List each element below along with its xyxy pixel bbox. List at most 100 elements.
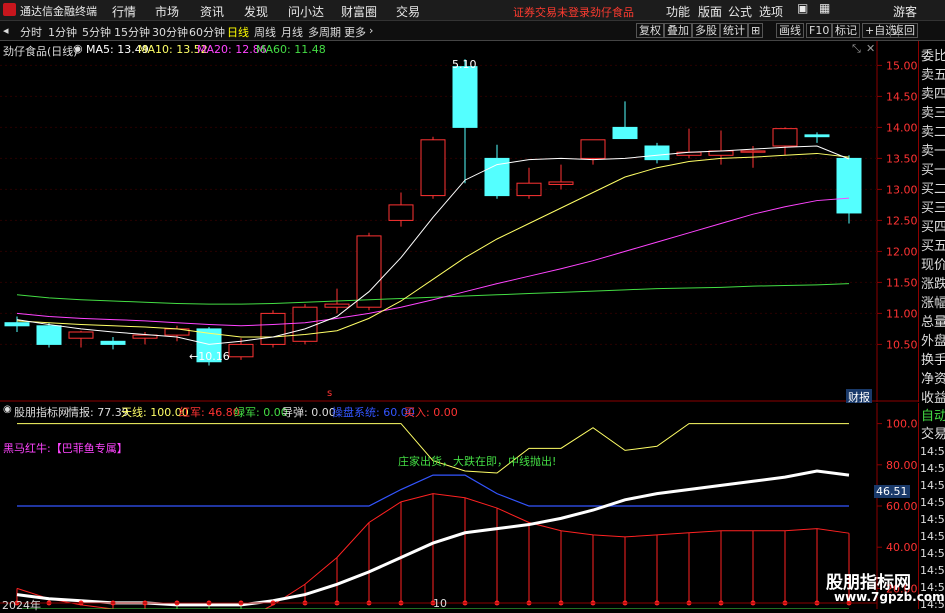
ind-daodan: 导弹: 0.00 [282,406,336,419]
candle-body [644,145,670,161]
sidebar-net-assets[interactable]: 净资 [921,368,945,387]
ind-mairu: 买入: 0.00 [404,406,458,419]
indicator-chart[interactable]: 100.080.0060.0040.0020.00 [0,403,918,609]
order-book-sidebar: 委比 卖五 卖四 卖三 卖二 卖一 买一 买二 买三 买四 买五 现价 涨跌 涨… [918,41,945,406]
settings-icon[interactable]: ▦ [819,1,830,15]
trade-login-warning[interactable]: 证券交易未登录 [513,4,590,20]
btn-diejia[interactable]: 叠加 [664,23,692,38]
sidebar-sell5[interactable]: 卖五 [921,64,945,83]
candle-body [4,322,30,327]
candle-body [68,331,94,339]
sidebar-buy3[interactable]: 买三 [921,197,945,216]
period-15min[interactable]: 15分钟 [114,24,150,40]
indicator-annotation: 庄家出货，大跌在即，中线抛出! [398,455,557,468]
menu-gongneng[interactable]: 功能 [666,3,690,20]
menu-bar: 通达信金融终端 行情 市场 资讯 发现 问小达 财富圈 交易 证券交易未登录 劲… [0,0,945,21]
period-month[interactable]: 月线 [281,24,303,40]
menu-item-wenxiaoda[interactable]: 问小达 [288,3,324,20]
time-label: 14:56 [920,496,945,509]
period-more[interactable]: 更多 [344,24,366,40]
period-day[interactable]: 日线 [227,24,249,40]
main-ytick-label: 11.00 [886,307,918,320]
main-ytick-label: 11.50 [886,276,918,289]
menu-item-caifuquan[interactable]: 财富圈 [341,3,377,20]
menu-banmian[interactable]: 版面 [698,3,722,20]
sidebar-sell2[interactable]: 卖二 [921,121,945,140]
sidebar-turnover[interactable]: 换手 [921,349,945,368]
high-price-label: 5.10 [452,58,477,71]
period-fenshi[interactable]: 分时 [20,24,42,40]
menu-item-jiaoyi[interactable]: 交易 [396,3,420,20]
menu-gongshi[interactable]: 公式 [728,3,752,20]
sidebar-auto[interactable]: 自动 [921,405,945,424]
sidebar-buy5[interactable]: 买五 [921,235,945,254]
btn-tongji[interactable]: 统计 [720,23,748,38]
btn-back[interactable]: 返回 [890,23,918,38]
menu-item-zixun[interactable]: 资讯 [200,3,224,20]
btn-fuquan[interactable]: 复权 [636,23,664,38]
sidebar-outer[interactable]: 外盘 [921,330,945,349]
main-ytick-label: 14.00 [886,121,918,134]
main-ytick-label: 13.00 [886,183,918,196]
main-ytick-label: 14.50 [886,90,918,103]
period-60min[interactable]: 60分钟 [189,24,225,40]
sidebar-trade[interactable]: 交易 [921,423,945,442]
menu-item-shichang[interactable]: 市场 [155,3,179,20]
candle-body [804,134,830,138]
time-label: 14:56 [920,479,945,492]
expand-icon[interactable]: ⤡ [852,42,861,56]
period-multi[interactable]: 多周期 [308,24,341,40]
period-30min[interactable]: 30分钟 [152,24,188,40]
ind-ytick-label: 40.00 [886,541,918,554]
top-stock-name: 劲仔食品 [590,6,634,19]
time-label: 14:56 [920,547,945,560]
time-label: 14:56 [920,445,945,458]
sidebar-buy4[interactable]: 买四 [921,216,945,235]
ind-lvjun: 绿军: 0.00 [234,406,288,419]
sidebar-sell3[interactable]: 卖三 [921,102,945,121]
sidebar-sell1[interactable]: 卖一 [921,140,945,159]
indicator-name[interactable]: 股朋指标网 [14,404,69,420]
candle-body [836,157,862,214]
ind-ytick-label: 80.00 [886,459,918,472]
btn-duogu[interactable]: 多股 [692,23,720,38]
period-5min[interactable]: 5分钟 [82,24,111,40]
main-kline-chart[interactable]: 15.00 14.50 14.00 13.50 13.00 12.50 12.00 11.50… [0,41,918,402]
guest-label[interactable]: 游客 [893,3,917,20]
indicator-tag: 黑马红牛:【巴菲鱼专属】 [3,442,128,455]
candle-body [36,325,62,345]
period-1min[interactable]: 1分钟 [48,24,77,40]
sidebar-weibi[interactable]: 委比 [921,45,945,64]
main-ytick-label: 13.50 [886,152,918,165]
sidebar-buy1[interactable]: 买一 [921,159,945,178]
main-ytick-label: 15.00 [886,59,918,72]
sidebar-volume[interactable]: 总量 [921,311,945,330]
time-label: 14:56 [920,462,945,475]
time-label: 14:56 [920,530,945,543]
sidebar-price[interactable]: 现价 [921,254,945,273]
window-icon[interactable]: ▣ [797,1,808,15]
more-chevron-icon[interactable]: › [369,24,373,37]
period-toolbar: ◂ 分时 1分钟 5分钟 15分钟 30分钟 60分钟 日线 周线 月线 多周期… [0,21,945,41]
indicator-settings-icon[interactable]: ◉ [3,404,12,415]
menu-item-faxian[interactable]: 发现 [244,3,268,20]
btn-biaoji[interactable]: 标记 [832,23,860,38]
sidebar-change[interactable]: 涨跌 [921,273,945,292]
sidebar-buy2[interactable]: 买二 [921,178,945,197]
btn-huaxian-icon[interactable]: ⊞ [748,23,764,38]
candle-body [580,139,606,159]
prev-arrow-icon[interactable]: ◂ [3,24,9,37]
ma-settings-icon[interactable]: ◉ [73,42,83,55]
btn-huaxian[interactable]: 画线 [776,23,804,38]
candle-body [548,181,574,185]
sidebar-change-pct[interactable]: 涨幅 [921,292,945,311]
btn-f10[interactable]: F10 [806,23,833,38]
candle-body [740,150,766,153]
menu-xuanxiang[interactable]: 选项 [759,3,783,20]
sidebar-sell4[interactable]: 卖四 [921,83,945,102]
main-ytick-label: 10.50 [886,338,918,351]
ind-hongjun: 红军: 46.80 [179,406,240,419]
period-week[interactable]: 周线 [254,24,276,40]
close-icon[interactable]: ✕ [866,42,875,55]
menu-item-hangqing[interactable]: 行情 [112,3,136,20]
